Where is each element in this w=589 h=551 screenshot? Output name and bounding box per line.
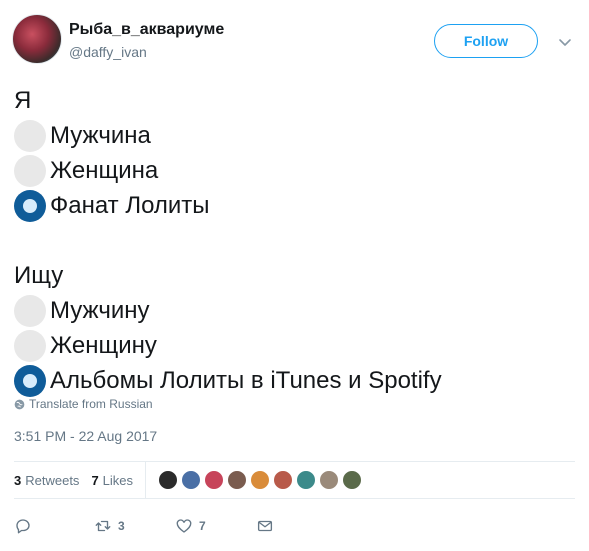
radio-empty-icon	[14, 329, 46, 362]
tweet-line: Мужчину	[14, 293, 574, 328]
radio-empty-icon	[14, 119, 46, 152]
liker-avatar[interactable]	[273, 470, 294, 490]
message-action[interactable]	[256, 514, 280, 538]
reply-icon	[16, 519, 30, 534]
retweets-stat[interactable]: 3 Retweets	[14, 473, 79, 488]
liker-avatar[interactable]	[296, 470, 317, 490]
user-handle[interactable]: @daffy_ivan	[69, 44, 147, 60]
tweet-line-text: Альбомы Лолиты в iTunes и Spotify	[50, 367, 442, 394]
liker-avatar[interactable]	[227, 470, 248, 490]
liker-avatar[interactable]	[204, 470, 225, 490]
tweet-line: Женщина	[14, 153, 574, 188]
tweet-line: Альбомы Лолиты в iTunes и Spotify	[14, 363, 574, 398]
liker-avatar[interactable]	[181, 470, 202, 490]
liker-avatar[interactable]	[158, 470, 179, 490]
like-count: 7	[199, 519, 206, 533]
tweet-line: Женщину	[14, 328, 574, 363]
liker-avatar[interactable]	[250, 470, 271, 490]
chevron-down-icon[interactable]	[557, 34, 573, 50]
divider	[14, 498, 575, 499]
tweet-line-text: Женщина	[50, 157, 159, 184]
follow-button[interactable]: Follow	[434, 24, 538, 58]
tweet-line-text: Ищу	[14, 262, 64, 289]
retweet-count: 3	[118, 519, 125, 533]
envelope-icon	[257, 520, 273, 532]
tweet-line-text: Женщину	[50, 332, 157, 359]
retweet-action[interactable]: 3	[94, 514, 125, 538]
radio-selected-icon	[14, 189, 46, 222]
tweet-line-text: Я	[14, 87, 32, 114]
radio-selected-icon	[14, 364, 46, 397]
tweet-header: Рыба_в_аквариуме @daffy_ivan Follow	[12, 14, 577, 66]
stats-separator	[145, 462, 147, 498]
liker-avatar[interactable]	[319, 470, 340, 490]
tweet-line: Ищу	[14, 258, 574, 293]
tweet-line: Мужчина	[14, 118, 574, 153]
liker-avatars	[158, 470, 365, 490]
retweets-label: Retweets	[25, 472, 80, 488]
tweet-stats: 3 Retweets 7 Likes	[14, 462, 575, 498]
radio-empty-icon	[14, 294, 46, 327]
radio-empty-icon	[14, 154, 46, 187]
tweet-text: Я Мужчина Женщина Фанат Лолиты Ищу Мужчину Жен…	[14, 83, 574, 398]
likes-stat[interactable]: 7 Likes	[91, 473, 133, 488]
avatar[interactable]	[12, 14, 62, 64]
liker-avatar[interactable]	[342, 470, 363, 490]
tweet-line-text: Мужчину	[50, 297, 150, 324]
reply-action[interactable]	[14, 514, 38, 538]
tweet-line-text: Мужчина	[50, 122, 151, 149]
translate-label[interactable]: Translate from Russian	[29, 397, 153, 411]
retweets-count: 3	[14, 472, 22, 488]
tweet-line: Фанат Лолиты	[14, 188, 574, 223]
retweet-icon	[95, 520, 111, 532]
display-name[interactable]: Рыба_в_аквариуме	[69, 21, 224, 39]
likes-label: Likes	[102, 472, 134, 488]
timestamp[interactable]: 3:51 PM - 22 Aug 2017	[14, 428, 157, 444]
tweet-line-text: Фанат Лолиты	[50, 192, 210, 219]
tweet-line: Я	[14, 83, 574, 118]
globe-icon	[14, 399, 25, 409]
like-action[interactable]: 7	[175, 514, 206, 538]
translate-link[interactable]: Translate from Russian	[14, 397, 153, 411]
heart-icon	[176, 519, 192, 533]
likes-count: 7	[91, 472, 99, 488]
tweet-actions: 3 7	[14, 514, 575, 538]
